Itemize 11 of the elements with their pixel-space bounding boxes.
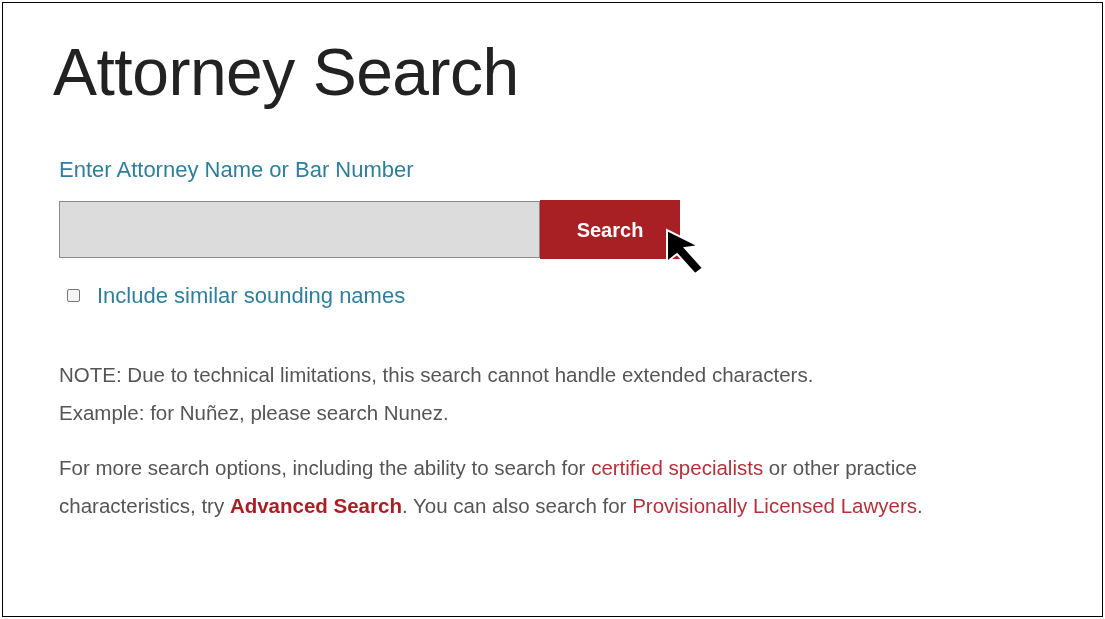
more-options-text: For more search options, including the ability to search for certified specialists or other practice characteristics, try Advanced Search. You can also search for Provisionally Licensed Lawyers.: [59, 455, 924, 519]
search-field[interactable]: [59, 201, 540, 258]
link[interactable]: Advanced Search: [229, 494, 402, 517]
link[interactable]: certified specialists: [591, 456, 764, 479]
note-text: NOTE: Due to technical limitations, this search cannot handle extended characters.: [59, 362, 815, 388]
link[interactable]: Provisionally Licensed Lawyers: [632, 494, 917, 517]
search-button[interactable]: Search: [540, 200, 680, 259]
checkbox-label[interactable]: Include similar sounding names: [97, 279, 406, 312]
field-label: Enter Attorney Name or Bar Number: [59, 159, 415, 181]
note-text: Example: for Nuñez, please search Nunez.: [59, 400, 450, 426]
checkbox[interactable]: [67, 289, 80, 302]
